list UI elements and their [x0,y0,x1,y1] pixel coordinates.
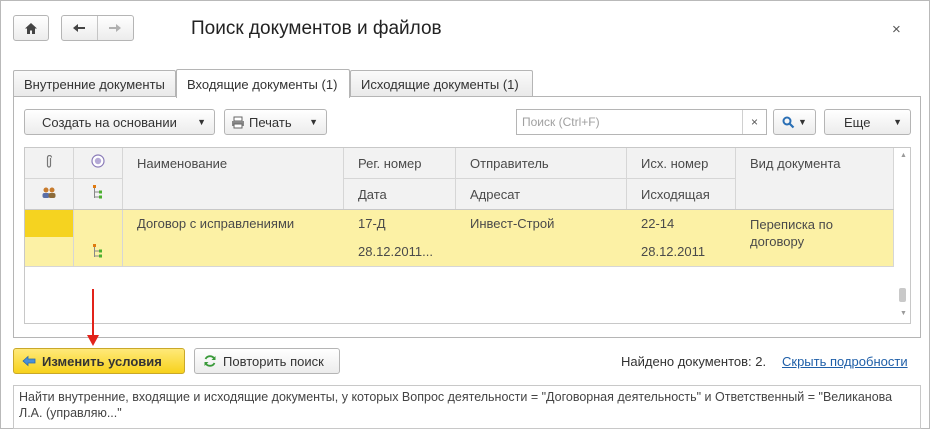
annotation-arrow-head [87,335,99,346]
change-conditions-button[interactable]: Изменить условия [13,348,185,374]
header-doc-type[interactable]: Вид документа [736,148,841,178]
cell-date: 28.12.2011... [358,244,433,259]
chevron-down-icon: ▼ [893,117,902,127]
arrow-right-icon [109,24,122,32]
cell-out-number: 22-14 [641,215,675,231]
cell-addressee [456,237,470,266]
more-button[interactable]: Еще ▼ [824,109,911,135]
status-circle-icon[interactable] [91,154,105,168]
search-window: Поиск документов и файлов × Внутренние д… [0,0,930,429]
more-label: Еще [844,114,871,130]
repeat-search-button[interactable]: Повторить поиск [194,348,340,374]
cell-reg-number: 17-Д [358,215,386,231]
tab-incoming-documents[interactable]: Входящие документы (1) [176,69,350,98]
documents-table: Наименование Рег. номер Отправитель Исх.… [24,147,911,324]
create-based-on-label: Создать на основании [42,114,177,130]
search-input[interactable] [517,110,743,134]
create-based-on-button[interactable]: Создать на основании ▼ [24,109,215,135]
cell-out-date: 28.12.2011 [641,244,706,259]
header-addressee[interactable]: Адресат [456,179,520,209]
tab-label: Входящие документы (1) [187,76,338,92]
printer-icon [232,116,244,128]
chevron-down-icon: ▼ [309,117,318,127]
cell-doc-type: Переписка по договору [750,217,833,249]
scrollbar-thumb[interactable] [899,288,906,302]
header-sender[interactable]: Отправитель [456,148,549,178]
row-divider [25,266,894,267]
magnifier-icon [782,116,795,128]
header-date[interactable]: Дата [344,179,387,209]
print-label: Печать [249,114,292,130]
back-button[interactable] [62,16,98,40]
cell-name: Договор с исправлениями [137,215,295,231]
home-icon [25,22,37,34]
header-out-number[interactable]: Исх. номер [627,148,708,178]
search-options-button[interactable]: ▼ [773,109,816,135]
change-conditions-label: Изменить условия [42,353,162,369]
tab-label: Внутренние документы [24,76,165,92]
scroll-up-icon[interactable]: ▲ [900,152,907,159]
paperclip-icon[interactable] [45,155,53,169]
chevron-down-icon: ▼ [197,117,206,127]
tab-label: Исходящие документы (1) [361,76,519,92]
window-title: Поиск документов и файлов [191,18,442,39]
table-row[interactable]: Договор с исправлениями 17-Д Инвест-Стро… [25,209,894,266]
header-outgoing-date[interactable]: Исходящая [627,179,710,209]
users-icon[interactable] [41,186,57,199]
search-box: × [516,109,767,135]
chevron-down-icon: ▼ [798,117,807,127]
clear-search-icon[interactable]: × [742,110,766,134]
tab-outgoing-documents[interactable]: Исходящие документы (1) [350,70,533,97]
cell-sender: Инвест-Строй [470,215,555,231]
refresh-icon [204,355,216,367]
repeat-search-label: Повторить поиск [223,353,324,369]
row-divider [25,178,122,179]
print-button[interactable]: Печать ▼ [224,109,327,135]
tree-structure-icon[interactable] [92,184,104,200]
close-icon[interactable]: × [892,21,901,38]
tab-internal-documents[interactable]: Внутренние документы [13,70,176,97]
nav-buttons [61,15,134,41]
annotation-arrow-line [92,289,94,339]
search-conditions-description: Найти внутренние, входящие и исходящие д… [13,385,921,429]
arrow-left-icon [73,24,86,32]
header-name[interactable]: Наименование [123,148,227,178]
header-reg-number[interactable]: Рег. номер [344,148,422,178]
arrow-back-icon [22,355,36,367]
hide-details-link[interactable]: Скрыть подробности [782,354,908,369]
scroll-down-icon[interactable]: ▼ [900,310,907,317]
found-count: Найдено документов: 2. [621,354,767,369]
tree-structure-icon [93,244,102,258]
home-button[interactable] [13,15,49,41]
forward-button[interactable] [98,16,134,40]
